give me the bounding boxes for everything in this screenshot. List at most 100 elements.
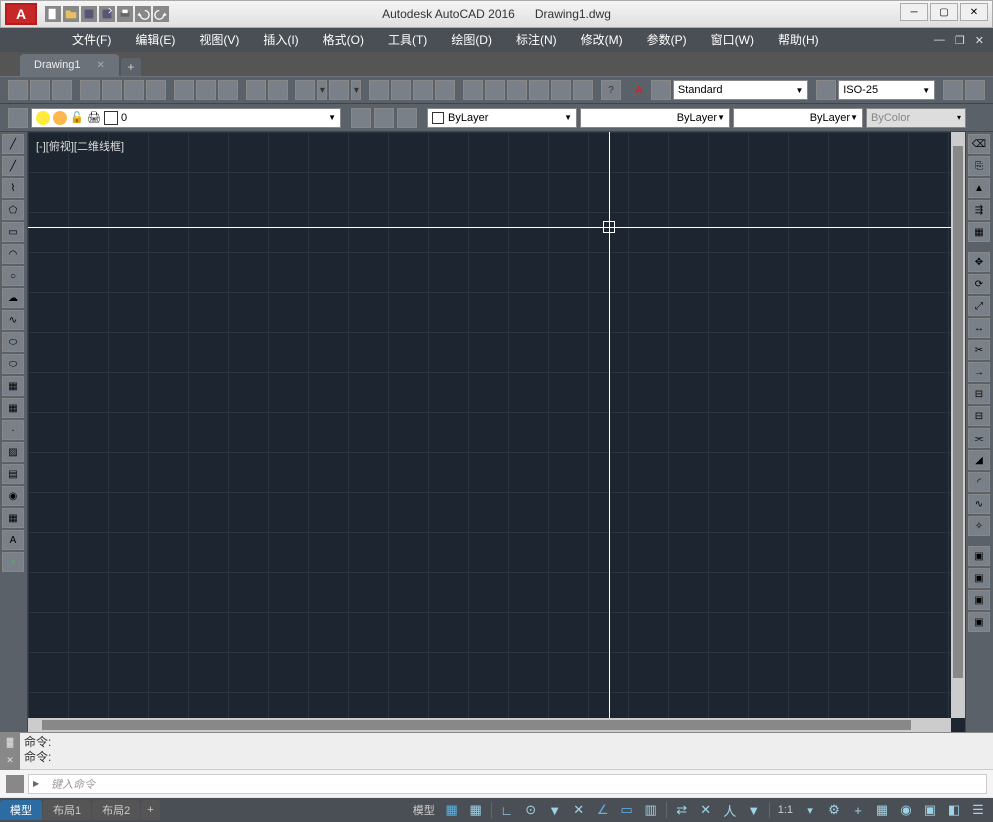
menu-view[interactable]: 视图(V) bbox=[187, 28, 251, 52]
3dosnap-icon[interactable]: ✕ bbox=[695, 800, 717, 820]
qat-saveas-icon[interactable] bbox=[99, 6, 115, 22]
dim-style-dropdown[interactable]: ISO-25▼ bbox=[838, 80, 935, 100]
selection-cycling-icon[interactable]: ⇄ bbox=[671, 800, 693, 820]
add-selected-icon[interactable]: • bbox=[2, 552, 24, 572]
polygon-icon[interactable]: ⬠ bbox=[2, 200, 24, 220]
cut-icon[interactable] bbox=[174, 80, 194, 100]
quickcalc-icon[interactable] bbox=[573, 80, 593, 100]
gradient-icon[interactable]: ▤ bbox=[2, 464, 24, 484]
document-tab[interactable]: Drawing1 ✕ bbox=[20, 54, 119, 76]
region-icon[interactable]: ◉ bbox=[2, 486, 24, 506]
text-style-icon[interactable]: A bbox=[629, 80, 649, 100]
workspace-switch-icon[interactable]: ⚙ bbox=[823, 800, 845, 820]
qat-print-icon[interactable] bbox=[117, 6, 133, 22]
extend-icon[interactable]: → bbox=[968, 362, 990, 382]
h-scrollbar[interactable] bbox=[28, 718, 951, 732]
plot-preview-icon[interactable] bbox=[102, 80, 122, 100]
scale-icon[interactable]: ⤢ bbox=[968, 296, 990, 316]
line-icon[interactable]: ╱ bbox=[2, 134, 24, 154]
lineweight-dropdown[interactable]: ByLayer▼ bbox=[733, 108, 863, 128]
mtext-icon[interactable]: A bbox=[2, 530, 24, 550]
pan-icon[interactable] bbox=[369, 80, 389, 100]
viewport-label[interactable]: [‑][俯视][二维线框] bbox=[36, 138, 124, 154]
new-tab-button[interactable]: + bbox=[121, 58, 141, 76]
chamfer-icon[interactable]: ◢ bbox=[968, 450, 990, 470]
markup-icon[interactable] bbox=[551, 80, 571, 100]
break-at-point-icon[interactable]: ⊟ bbox=[968, 384, 990, 404]
polar-toggle-icon[interactable]: ⊙ bbox=[520, 800, 542, 820]
layout-add-button[interactable]: + bbox=[141, 800, 159, 820]
annotation-scale-drop-icon[interactable]: ▾ bbox=[799, 800, 821, 820]
quick-properties-icon[interactable]: ◉ bbox=[895, 800, 917, 820]
properties-icon[interactable] bbox=[463, 80, 483, 100]
mdi-restore-button[interactable]: ❐ bbox=[952, 34, 968, 47]
text-style-dropdown[interactable]: Standard▼ bbox=[673, 80, 809, 100]
lineweight-toggle-icon[interactable]: ▭ bbox=[616, 800, 638, 820]
sheet-set-icon[interactable] bbox=[529, 80, 549, 100]
trim-icon[interactable]: ✂ bbox=[968, 340, 990, 360]
menu-parametric[interactable]: 参数(P) bbox=[635, 28, 699, 52]
redo-drop-icon[interactable]: ▾ bbox=[351, 80, 361, 100]
design-center-icon[interactable] bbox=[485, 80, 505, 100]
zoom-window-icon[interactable] bbox=[413, 80, 433, 100]
draworder3-icon[interactable]: ▣ bbox=[968, 590, 990, 610]
layer-properties-icon[interactable] bbox=[8, 108, 28, 128]
otrack-toggle-icon[interactable]: ∠ bbox=[592, 800, 614, 820]
minimize-button[interactable]: ─ bbox=[900, 3, 928, 21]
offset-icon[interactable]: ⇶ bbox=[968, 200, 990, 220]
command-close-icon[interactable]: ✕ bbox=[6, 755, 14, 766]
command-history[interactable]: 命令: 命令: bbox=[0, 733, 993, 769]
layout-tab-2[interactable]: 布局2 bbox=[92, 800, 140, 820]
construction-line-icon[interactable]: ╱ bbox=[2, 156, 24, 176]
snap-toggle-icon[interactable]: ▦ bbox=[465, 800, 487, 820]
draworder2-icon[interactable]: ▣ bbox=[968, 568, 990, 588]
layer-previous-icon[interactable] bbox=[374, 108, 394, 128]
erase-icon[interactable]: ⌫ bbox=[968, 134, 990, 154]
plot-icon[interactable] bbox=[80, 80, 100, 100]
menu-draw[interactable]: 绘图(D) bbox=[439, 28, 504, 52]
layer-states-icon[interactable] bbox=[351, 108, 371, 128]
menu-dimension[interactable]: 标注(N) bbox=[504, 28, 569, 52]
undo-icon[interactable] bbox=[295, 80, 315, 100]
v-scrollbar[interactable] bbox=[951, 132, 965, 718]
spline-icon[interactable]: ∿ bbox=[2, 310, 24, 330]
units-icon[interactable]: ▦ bbox=[871, 800, 893, 820]
revision-cloud-icon[interactable]: ☁ bbox=[2, 288, 24, 308]
table-icon[interactable]: ▦ bbox=[2, 508, 24, 528]
menu-modify[interactable]: 修改(M) bbox=[569, 28, 635, 52]
layout-tab-1[interactable]: 布局1 bbox=[43, 800, 91, 820]
osnap-toggle-icon[interactable]: ✕ bbox=[568, 800, 590, 820]
move-icon[interactable]: ✥ bbox=[968, 252, 990, 272]
clean-screen-icon[interactable]: ☰ bbox=[967, 800, 989, 820]
insert-block-icon[interactable]: ▦ bbox=[2, 376, 24, 396]
command-gutter[interactable]: ▓✕ bbox=[0, 733, 20, 770]
layer-dropdown[interactable]: 🔓 🖨 0 ▼ bbox=[31, 108, 341, 128]
undo-drop-icon[interactable]: ▾ bbox=[317, 80, 327, 100]
h-scroll-thumb[interactable] bbox=[42, 720, 911, 730]
menu-help[interactable]: 帮助(H) bbox=[766, 28, 831, 52]
block-editor-icon[interactable] bbox=[268, 80, 288, 100]
selection-filter-icon[interactable]: ▼ bbox=[743, 800, 765, 820]
ellipse-arc-icon[interactable]: ⬭ bbox=[2, 354, 24, 374]
hatch-icon[interactable]: ▨ bbox=[2, 442, 24, 462]
menu-tools[interactable]: 工具(T) bbox=[376, 28, 439, 52]
new-icon[interactable] bbox=[8, 80, 28, 100]
qat-new-icon[interactable] bbox=[45, 6, 61, 22]
redo-icon[interactable] bbox=[329, 80, 349, 100]
qat-open-icon[interactable] bbox=[63, 6, 79, 22]
array-icon[interactable]: ▦ bbox=[968, 222, 990, 242]
menu-window[interactable]: 窗口(W) bbox=[699, 28, 766, 52]
grid-toggle-icon[interactable]: ▦ bbox=[441, 800, 463, 820]
join-icon[interactable]: ⫘ bbox=[968, 428, 990, 448]
open-icon[interactable] bbox=[30, 80, 50, 100]
match-prop-icon[interactable] bbox=[246, 80, 266, 100]
copy-icon[interactable] bbox=[196, 80, 216, 100]
ortho-toggle-icon[interactable]: ∟ bbox=[496, 800, 518, 820]
explode-icon[interactable]: ✧ bbox=[968, 516, 990, 536]
multileader-style-icon[interactable] bbox=[965, 80, 985, 100]
color-dropdown[interactable]: ByLayer▼ bbox=[427, 108, 577, 128]
3dprint-icon[interactable] bbox=[146, 80, 166, 100]
menu-file[interactable]: 文件(F) bbox=[60, 28, 123, 52]
mirror-icon[interactable]: ▲ bbox=[968, 178, 990, 198]
status-model-button[interactable]: 模型 bbox=[409, 802, 439, 818]
